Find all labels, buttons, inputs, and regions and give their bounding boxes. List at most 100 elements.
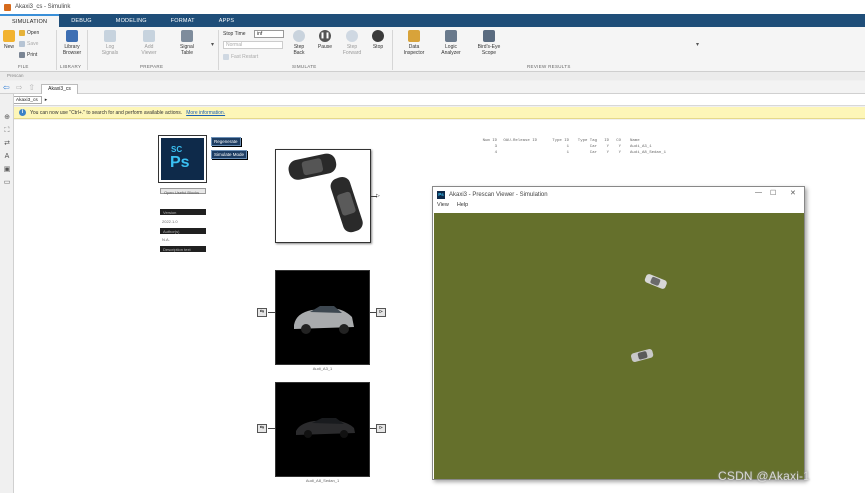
folder-icon: [19, 30, 25, 36]
area-icon[interactable]: ▭: [3, 179, 11, 187]
group-label-library: LIBRARY: [60, 64, 82, 69]
description-label: Description text: [160, 246, 206, 252]
annotation-icon[interactable]: A: [3, 153, 11, 161]
table-row: 4 1 Car Y Y Audi_A8_Sedan_1: [494, 151, 667, 155]
model-tab[interactable]: Akaxi3_cs: [41, 83, 78, 94]
stop-time-input[interactable]: inf: [254, 30, 284, 38]
viewer-menubar: View Help: [433, 202, 804, 212]
pause-button[interactable]: ❚❚ Pause: [315, 30, 335, 50]
close-icon[interactable]: ✕: [790, 189, 796, 197]
csdn-watermark: CSDN @Akaxi-1: [718, 469, 811, 483]
ribbon-separator: [218, 30, 219, 70]
forward-arrow-icon[interactable]: ⇨: [16, 83, 23, 92]
menu-help[interactable]: Help: [457, 202, 468, 212]
object-table: Num ID OAU-Release ID Type ID Type Tag I…: [478, 139, 667, 157]
add-viewer-icon: [143, 30, 155, 42]
step-forward-button[interactable]: Step Forward: [341, 30, 363, 56]
arrows-icon[interactable]: ⇄: [3, 140, 11, 148]
author-label: Author(s): [160, 228, 206, 234]
group-label-simulate: SIMULATE: [292, 64, 317, 69]
stop-button[interactable]: Stop: [368, 30, 388, 50]
data-inspector-button[interactable]: Data Inspector: [400, 30, 428, 56]
breadcrumb-item[interactable]: Akaxi3_cs: [11, 95, 42, 104]
minimize-icon[interactable]: —: [755, 189, 762, 196]
tab-simulation[interactable]: SIMULATION: [0, 14, 60, 27]
version-value: 2022.1.0: [162, 219, 178, 224]
tab-format[interactable]: FORMAT: [159, 14, 207, 27]
zoom-icon[interactable]: ⊕: [3, 114, 11, 122]
regenerate-button[interactable]: Regenerate: [211, 137, 241, 146]
vehicle-1-block[interactable]: [275, 270, 370, 365]
prescan-viewer-window[interactable]: Ps Akaxi3 - Prescan Viewer - Simulation …: [432, 186, 805, 480]
scene-preview-block[interactable]: [275, 149, 371, 243]
library-icon: [66, 30, 78, 42]
viewer-titlebar[interactable]: Ps Akaxi3 - Prescan Viewer - Simulation: [433, 187, 804, 202]
version-label: Version: [160, 209, 206, 215]
add-viewer-button[interactable]: Add Viewer: [137, 30, 161, 56]
menu-view[interactable]: View: [437, 202, 449, 212]
fit-view-icon[interactable]: ⛶: [3, 127, 11, 135]
open-useful-blocks-button[interactable]: Open Useful Blocks: [160, 188, 206, 195]
vehicle-2-input-port[interactable]: ⇆: [257, 424, 267, 433]
fast-restart-toggle[interactable]: Fast Restart: [223, 54, 258, 60]
viewer-title: Akaxi3 - Prescan Viewer - Simulation: [449, 191, 548, 198]
viewer-car-1: [644, 274, 667, 289]
signal-table-button[interactable]: Signal Table: [175, 30, 199, 56]
maximize-icon[interactable]: ☐: [770, 189, 776, 197]
group-label-review-results: REVIEW RESULTS: [527, 64, 571, 69]
save-icon: [19, 41, 25, 47]
viewer-car-2: [631, 348, 654, 363]
image-icon[interactable]: ▣: [3, 166, 11, 174]
breadcrumb-chevron-icon[interactable]: ▸: [45, 97, 48, 103]
tab-modeling[interactable]: MODELING: [104, 14, 159, 27]
library-browser-button[interactable]: Library Browser: [60, 30, 84, 56]
up-arrow-icon[interactable]: ⇧: [28, 83, 35, 92]
back-arrow-icon[interactable]: ⇦: [3, 83, 10, 92]
canvas-palette: ⊕ ⛶ ⇄ A ▣ ▭: [0, 94, 14, 493]
new-button[interactable]: New: [2, 30, 16, 50]
logic-analyzer-button[interactable]: Logic Analyzer: [437, 30, 465, 56]
tab-apps[interactable]: APPS: [207, 14, 246, 27]
vehicle-2-block[interactable]: [275, 382, 370, 477]
prepare-gallery-chevron-icon[interactable]: ▾: [211, 41, 214, 48]
breadcrumb: ⊕ Akaxi3_cs ▸: [0, 94, 865, 106]
ribbon-separator: [87, 30, 88, 70]
vehicle-2-output-port[interactable]: ⊳: [376, 424, 386, 433]
ribbon-separator: [392, 30, 393, 70]
step-back-icon: [293, 30, 305, 42]
author-value: N.A.: [162, 237, 170, 242]
info-message: You can now use "Ctrl+." to search for a…: [30, 109, 183, 116]
more-information-link[interactable]: More information.: [186, 110, 225, 116]
simulation-mode-select[interactable]: Normal: [223, 41, 283, 49]
new-icon: [3, 30, 15, 42]
open-button[interactable]: Open: [19, 30, 39, 36]
signal-table-icon: [181, 30, 193, 42]
audi-a8-sedan-image: [296, 418, 355, 438]
log-signals-button[interactable]: Log Signals: [98, 30, 122, 56]
logic-analyzer-icon: [445, 30, 457, 42]
viewer-3d-scene[interactable]: [434, 213, 804, 479]
group-label-prepare: PREPARE: [140, 64, 164, 69]
ribbon-toolstrip: New Open Save Print FILE Library Browser…: [0, 27, 865, 72]
scene-cars-illustration: [288, 153, 363, 233]
birds-eye-scope-button[interactable]: Bird's-Eye Scope: [474, 30, 504, 56]
prescan-strip: Prescan: [0, 72, 865, 80]
output-port-icon[interactable]: ▷: [376, 193, 380, 199]
tab-debug[interactable]: DEBUG: [59, 14, 104, 27]
review-gallery-chevron-icon[interactable]: ▾: [696, 41, 699, 48]
ribbon-separator: [56, 30, 57, 70]
step-back-button[interactable]: Step Back: [289, 30, 309, 56]
prescan-block[interactable]: SC Ps: [158, 135, 207, 183]
save-button[interactable]: Save: [19, 41, 38, 47]
print-button[interactable]: Print: [19, 52, 37, 58]
vehicle-1-input-port[interactable]: ⇆: [257, 308, 267, 317]
vehicle-1-output-port[interactable]: ⊳: [376, 308, 386, 317]
vehicle-2-caption: Audi_A8_Sedan_1: [305, 478, 340, 483]
log-signals-icon: [104, 30, 116, 42]
print-icon: [19, 52, 25, 58]
simulate-mode-button[interactable]: Simulate Mode: [211, 150, 248, 159]
window-titlebar: Akaxi3_cs - Simulink: [0, 0, 865, 14]
window-title: Akaxi3_cs - Simulink: [15, 4, 71, 10]
stop-time-label: Stop Time: [223, 31, 246, 37]
audi-a3-image: [294, 306, 354, 334]
